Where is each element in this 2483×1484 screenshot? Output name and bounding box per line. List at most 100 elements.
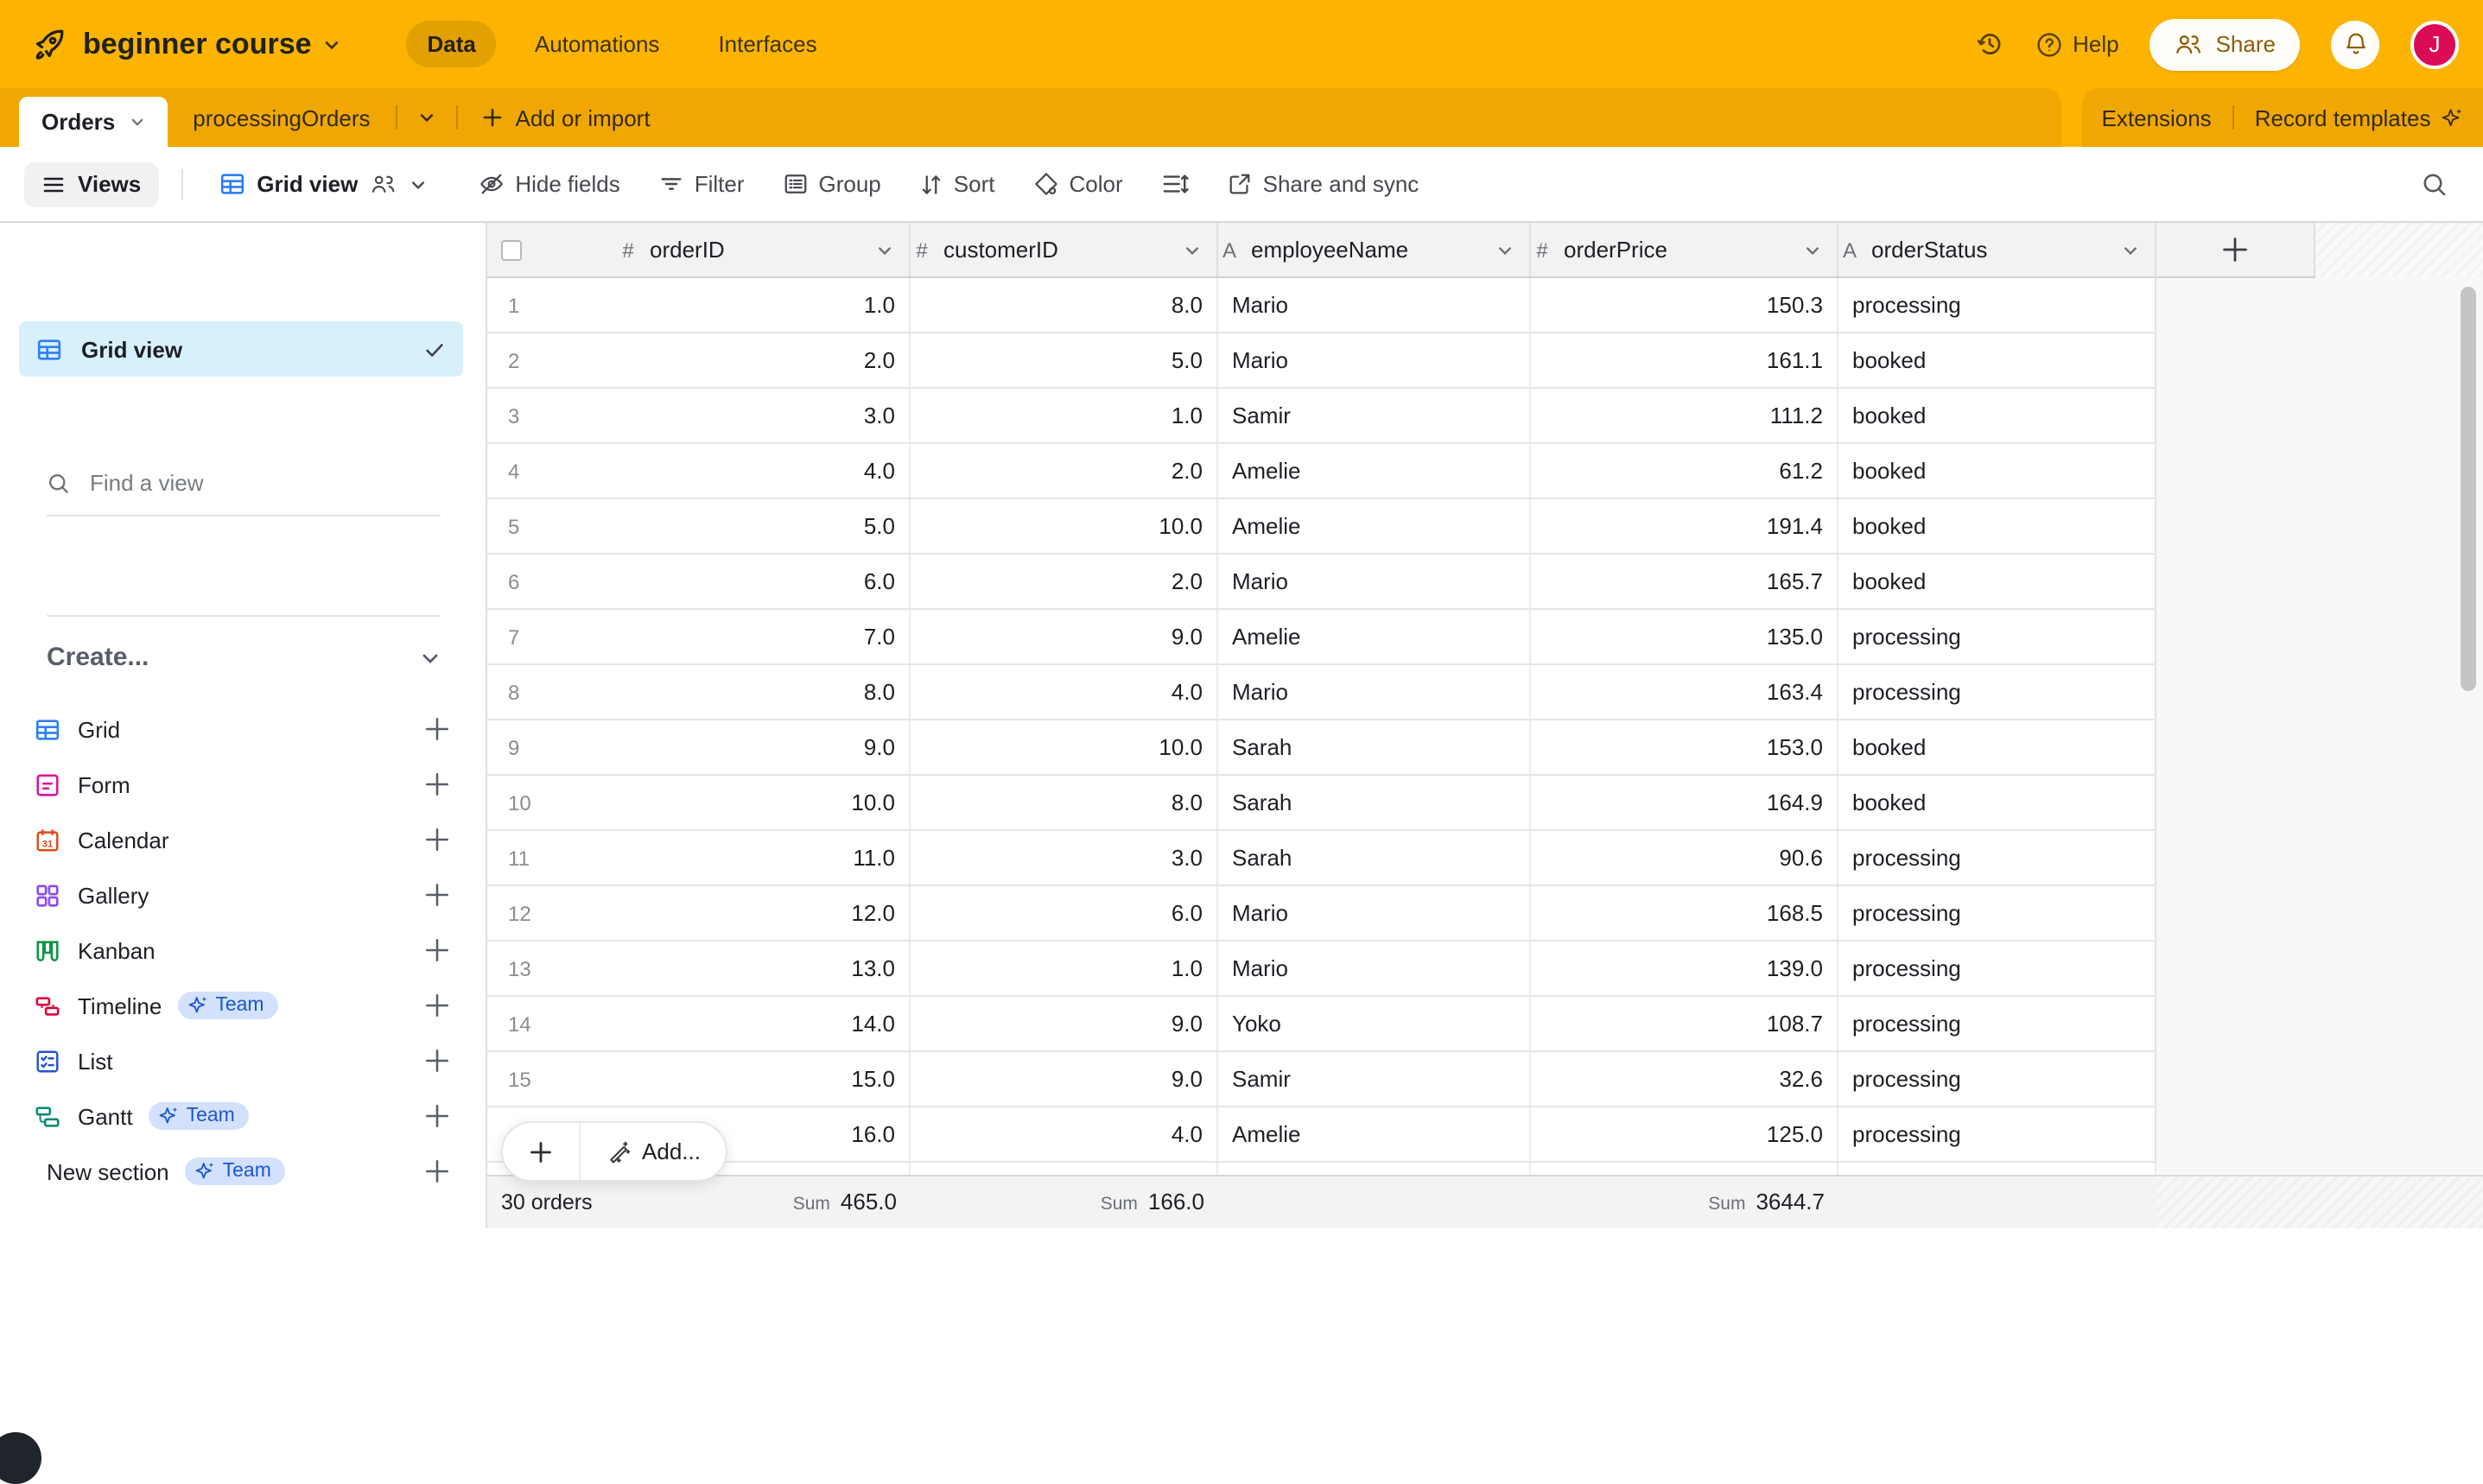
nav-tab-interfaces[interactable]: Interfaces xyxy=(697,21,837,67)
plus-icon[interactable] xyxy=(425,1049,449,1073)
cell-orderid[interactable]: 1515.0 xyxy=(487,1052,911,1106)
cell-customerid[interactable]: 9.0 xyxy=(911,997,1218,1050)
tab-processingorders[interactable]: processingOrders xyxy=(167,88,396,147)
cell-orderid[interactable]: 99.0 xyxy=(487,720,911,774)
history-icon[interactable] xyxy=(1974,29,2004,59)
sidebar-create-item-new-section[interactable]: New sectionTeam xyxy=(0,1144,487,1199)
cell-orderprice[interactable]: 61.2 xyxy=(1531,444,1838,498)
filter-button[interactable]: Filter xyxy=(658,171,745,197)
cell-orderstatus[interactable]: processing xyxy=(1838,610,2156,663)
plus-icon[interactable] xyxy=(425,938,449,962)
sidebar-create-item-timeline[interactable]: TimelineTeam xyxy=(0,978,487,1033)
cell-orderprice[interactable]: 32.6 xyxy=(1531,1052,1838,1106)
cell-orderprice[interactable]: 139.0 xyxy=(1531,942,1838,995)
column-header-orderstatus[interactable]: AorderStatus xyxy=(1838,223,2156,276)
cell-orderstatus[interactable]: processing xyxy=(1838,665,2156,719)
table-row[interactable]: 99.010.0Sarah153.0booked xyxy=(487,720,2156,776)
avatar[interactable]: J xyxy=(2410,20,2459,68)
sidebar-create-item-form[interactable]: Form xyxy=(0,757,487,812)
cell-customerid[interactable]: 2.0 xyxy=(911,555,1218,608)
cell-orderprice[interactable]: 191.4 xyxy=(1531,499,1838,553)
table-row[interactable]: 55.010.0Amelie191.4booked xyxy=(487,499,2156,555)
record-templates-button[interactable]: Record templates xyxy=(2255,105,2464,130)
cell-orderprice[interactable]: 163.4 xyxy=(1531,665,1838,719)
table-row[interactable]: 1313.01.0Mario139.0processing xyxy=(487,942,2156,997)
cell-orderprice[interactable]: 164.9 xyxy=(1531,776,1838,829)
cell-orderstatus[interactable]: booked xyxy=(1838,720,2156,774)
cell-orderprice[interactable]: 108.7 xyxy=(1531,997,1838,1050)
cell-customerid[interactable]: 9.0 xyxy=(911,610,1218,663)
cell-employeename[interactable]: Mario xyxy=(1218,942,1531,995)
cell-orderid[interactable]: 1111.0 xyxy=(487,831,911,885)
sidebar-create-item-calendar[interactable]: 31Calendar xyxy=(0,812,487,867)
table-row[interactable]: 1212.06.0Mario168.5processing xyxy=(487,886,2156,942)
help-button[interactable]: Help xyxy=(2035,30,2119,58)
table-row[interactable]: 11.08.0Mario150.3processing xyxy=(487,278,2156,333)
cell-orderstatus[interactable]: processing xyxy=(1838,886,2156,940)
cell-employeename[interactable]: Mario xyxy=(1218,278,1531,332)
cell-employeename[interactable]: Amelie xyxy=(1218,1107,1531,1161)
cell-orderid[interactable]: 1313.0 xyxy=(487,942,911,995)
sum-customerid[interactable]: Sum 166.0 xyxy=(1101,1189,1204,1214)
plus-icon[interactable] xyxy=(425,1104,449,1128)
table-row[interactable]: 66.02.0Mario165.7booked xyxy=(487,555,2156,610)
cell-orderid[interactable]: 1212.0 xyxy=(487,886,911,940)
cell-customerid[interactable]: 2.0 xyxy=(911,444,1218,498)
find-a-view-input[interactable] xyxy=(90,470,384,496)
cell-employeename[interactable]: Sarah xyxy=(1218,776,1531,829)
row-height-button[interactable] xyxy=(1161,171,1189,197)
column-header-orderprice[interactable]: #orderPrice xyxy=(1531,223,1838,276)
table-row[interactable]: 44.02.0Amelie61.2booked xyxy=(487,444,2156,499)
cell-employeename[interactable]: Mario xyxy=(1218,886,1531,940)
cell-orderstatus[interactable]: booked xyxy=(1838,444,2156,498)
plus-icon[interactable] xyxy=(425,717,449,741)
nav-tab-automations[interactable]: Automations xyxy=(514,21,681,67)
column-header-employeename[interactable]: AemployeeName xyxy=(1218,223,1531,276)
plus-icon[interactable] xyxy=(425,772,449,796)
cell-orderprice[interactable]: 150.3 xyxy=(1531,278,1838,332)
cell-orderid[interactable]: 55.0 xyxy=(487,499,911,553)
sidebar-create-item-gantt[interactable]: GanttTeam xyxy=(0,1088,487,1144)
cell-orderid[interactable]: 88.0 xyxy=(487,665,911,719)
table-row[interactable]: 1111.03.0Sarah90.6processing xyxy=(487,831,2156,886)
add-or-import-button[interactable]: Add or import xyxy=(459,88,675,147)
cell-employeename[interactable]: Yoko xyxy=(1218,997,1531,1050)
find-a-view-search[interactable] xyxy=(47,470,441,496)
sum-orderid[interactable]: Sum 465.0 xyxy=(793,1189,897,1214)
cell-customerid[interactable]: 10.0 xyxy=(911,720,1218,774)
sidebar-create-item-grid[interactable]: Grid xyxy=(0,701,487,757)
cell-orderstatus[interactable]: processing xyxy=(1838,1052,2156,1106)
sidebar-view-grid-view[interactable]: Grid view xyxy=(19,321,463,377)
sidebar-create-item-gallery[interactable]: Gallery xyxy=(0,867,487,923)
cell-customerid[interactable]: 10.0 xyxy=(911,499,1218,553)
table-row[interactable]: 1414.09.0Yoko108.7processing xyxy=(487,997,2156,1052)
hide-fields-button[interactable]: Hide fields xyxy=(479,171,619,197)
tab-orders[interactable]: Orders xyxy=(19,97,167,147)
cell-customerid[interactable]: 1.0 xyxy=(911,942,1218,995)
cell-orderstatus[interactable]: processing xyxy=(1838,831,2156,885)
cell-orderstatus[interactable]: booked xyxy=(1838,776,2156,829)
cell-orderprice[interactable]: 135.0 xyxy=(1531,610,1838,663)
cell-employeename[interactable]: Amelie xyxy=(1218,444,1531,498)
cell-customerid[interactable]: 8.0 xyxy=(911,278,1218,332)
create-section-header[interactable]: Create... xyxy=(47,643,441,672)
cell-orderid[interactable]: 1414.0 xyxy=(487,997,911,1050)
plus-icon[interactable] xyxy=(425,883,449,907)
table-row[interactable]: 22.05.0Mario161.1booked xyxy=(487,333,2156,389)
sum-orderprice[interactable]: Sum 3644.7 xyxy=(1708,1189,1825,1214)
view-switcher[interactable]: Grid view xyxy=(205,171,441,197)
table-list-chevron-icon[interactable] xyxy=(398,88,457,147)
cell-orderid[interactable]: 22.0 xyxy=(487,333,911,387)
cell-customerid[interactable]: 5.0 xyxy=(911,333,1218,387)
cell-orderstatus[interactable]: processing xyxy=(1838,278,2156,332)
extensions-button[interactable]: Extensions xyxy=(2102,105,2212,130)
cell-employeename[interactable]: Sarah xyxy=(1218,720,1531,774)
cell-customerid[interactable]: 4.0 xyxy=(911,665,1218,719)
plus-icon[interactable] xyxy=(425,993,449,1018)
cell-orderstatus[interactable]: processing xyxy=(1838,1107,2156,1161)
cell-orderstatus[interactable]: booked xyxy=(1838,389,2156,442)
cell-orderprice[interactable]: 161.1 xyxy=(1531,333,1838,387)
cell-customerid[interactable]: 4.0 xyxy=(911,1107,1218,1161)
group-button[interactable]: Group xyxy=(783,171,881,197)
cell-orderid[interactable]: 66.0 xyxy=(487,555,911,608)
